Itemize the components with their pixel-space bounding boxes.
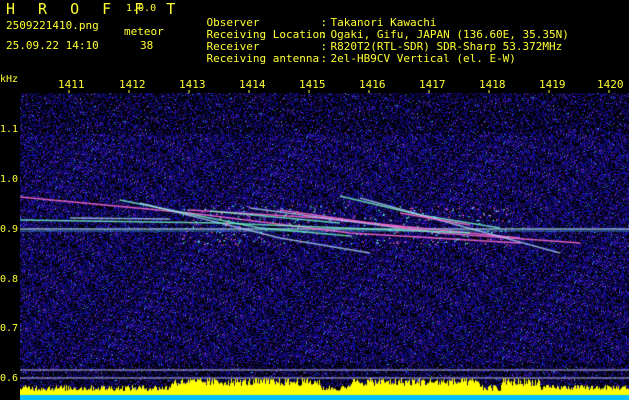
file-name: 2509221410.png [6, 19, 99, 32]
y-tick-label: 0.7 [0, 323, 19, 334]
meteor-count: 38 [140, 39, 154, 52]
y-tick-label: 0.6 [0, 373, 19, 384]
spectrogram-window: H R O F F T 1.0.0 2509221410.png 25.09.2… [0, 0, 629, 400]
info-antenna: Receiving antenna: 2el-HB9CV Vertical (el… [206, 52, 516, 65]
y-tick-label: 1.1 [0, 124, 19, 135]
y-tick-label: 0.9 [0, 224, 19, 235]
capture-datetime: 25.09.22 14:10 [6, 39, 99, 52]
app-version: 1.0.0 [126, 3, 157, 14]
meteor-label: meteor [124, 25, 164, 38]
y-tick-label: 0.8 [0, 274, 19, 285]
y-axis-unit: kHz [0, 74, 19, 85]
info-key: Receiving antenna [206, 52, 320, 65]
waterfall-spectrogram [20, 93, 629, 400]
info-value: 2el-HB9CV Vertical (el. E-W) [330, 52, 516, 65]
y-tick-label: 1.0 [0, 174, 19, 185]
